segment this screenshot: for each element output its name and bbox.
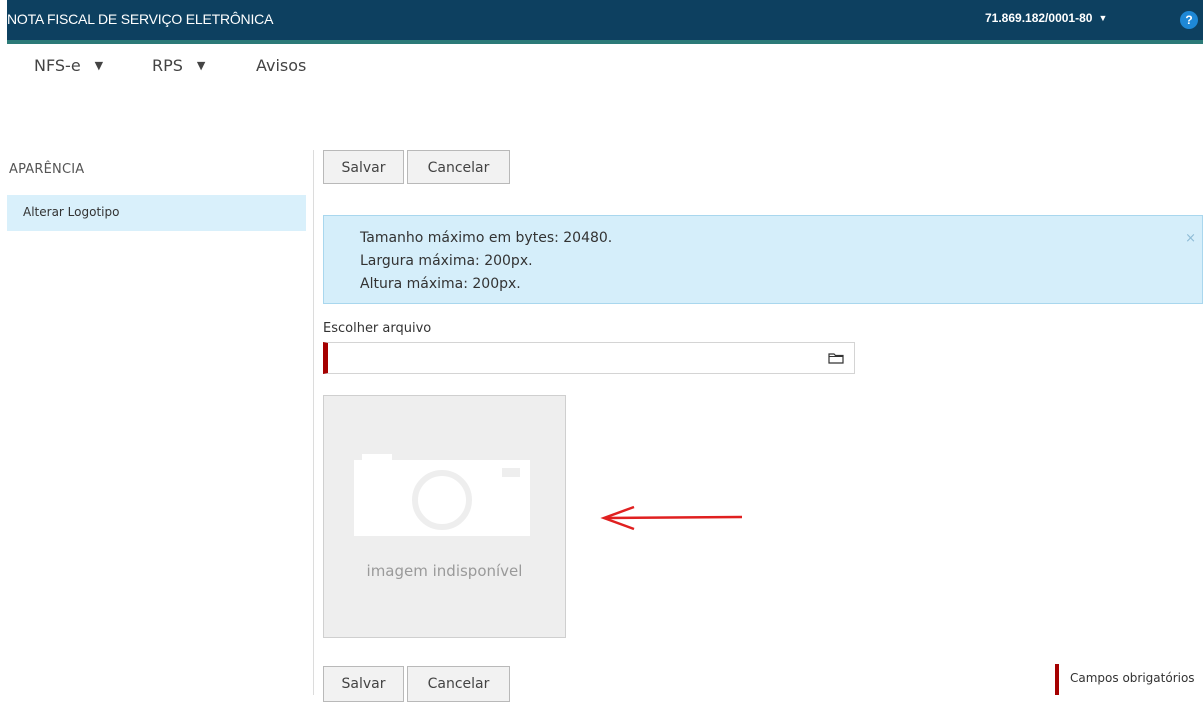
cancel-button[interactable]: Cancelar — [407, 150, 510, 184]
image-unavailable-caption: imagem indisponível — [366, 562, 523, 580]
save-button[interactable]: Salvar — [323, 666, 404, 702]
nav-item-nfse[interactable]: NFS-e ▼ — [34, 56, 103, 75]
save-button[interactable]: Salvar — [323, 150, 404, 184]
alert-line: Altura máxima: 200px. — [360, 276, 521, 292]
nav-item-label: NFS-e — [34, 56, 81, 75]
account-menu[interactable]: 71.869.182/0001-80 ▼ — [985, 11, 1107, 25]
nav-item-label: Avisos — [256, 56, 307, 75]
folder-icon[interactable] — [828, 352, 844, 364]
alert-line: Largura máxima: 200px. — [360, 253, 533, 269]
info-alert: Tamanho máximo em bytes: 20480. Largura … — [323, 215, 1203, 304]
sidebar-section-title: APARÊNCIA — [9, 162, 85, 177]
sidebar-item-label: Alterar Logotipo — [23, 205, 120, 219]
sidebar-divider — [313, 150, 314, 695]
top-bar-accent — [7, 40, 1203, 44]
close-icon[interactable]: × — [1185, 231, 1196, 246]
red-arrow-annotation — [600, 505, 743, 531]
alert-line: Tamanho máximo em bytes: 20480. — [360, 230, 613, 246]
help-icon[interactable]: ? — [1180, 11, 1198, 29]
sidebar-item-alterar-logotipo[interactable]: Alterar Logotipo — [7, 195, 306, 231]
account-label: 71.869.182/0001-80 — [985, 11, 1093, 25]
nav-item-avisos[interactable]: Avisos — [256, 56, 306, 75]
nav-item-label: RPS — [152, 56, 183, 75]
cancel-button[interactable]: Cancelar — [407, 666, 510, 702]
required-legend: Campos obrigatórios — [1070, 671, 1195, 685]
file-input[interactable] — [323, 342, 855, 374]
nav-item-rps[interactable]: RPS ▼ — [152, 56, 205, 75]
chevron-down-icon: ▼ — [1098, 13, 1108, 23]
chevron-down-icon: ▼ — [196, 59, 206, 72]
camera-icon — [354, 454, 530, 536]
file-field-label: Escolher arquivo — [323, 321, 432, 336]
chevron-down-icon: ▼ — [94, 59, 104, 72]
app-title: NOTA FISCAL DE SERVIÇO ELETRÔNICA — [7, 11, 274, 27]
required-indicator — [1055, 664, 1059, 695]
logo-preview: imagem indisponível — [323, 395, 566, 638]
